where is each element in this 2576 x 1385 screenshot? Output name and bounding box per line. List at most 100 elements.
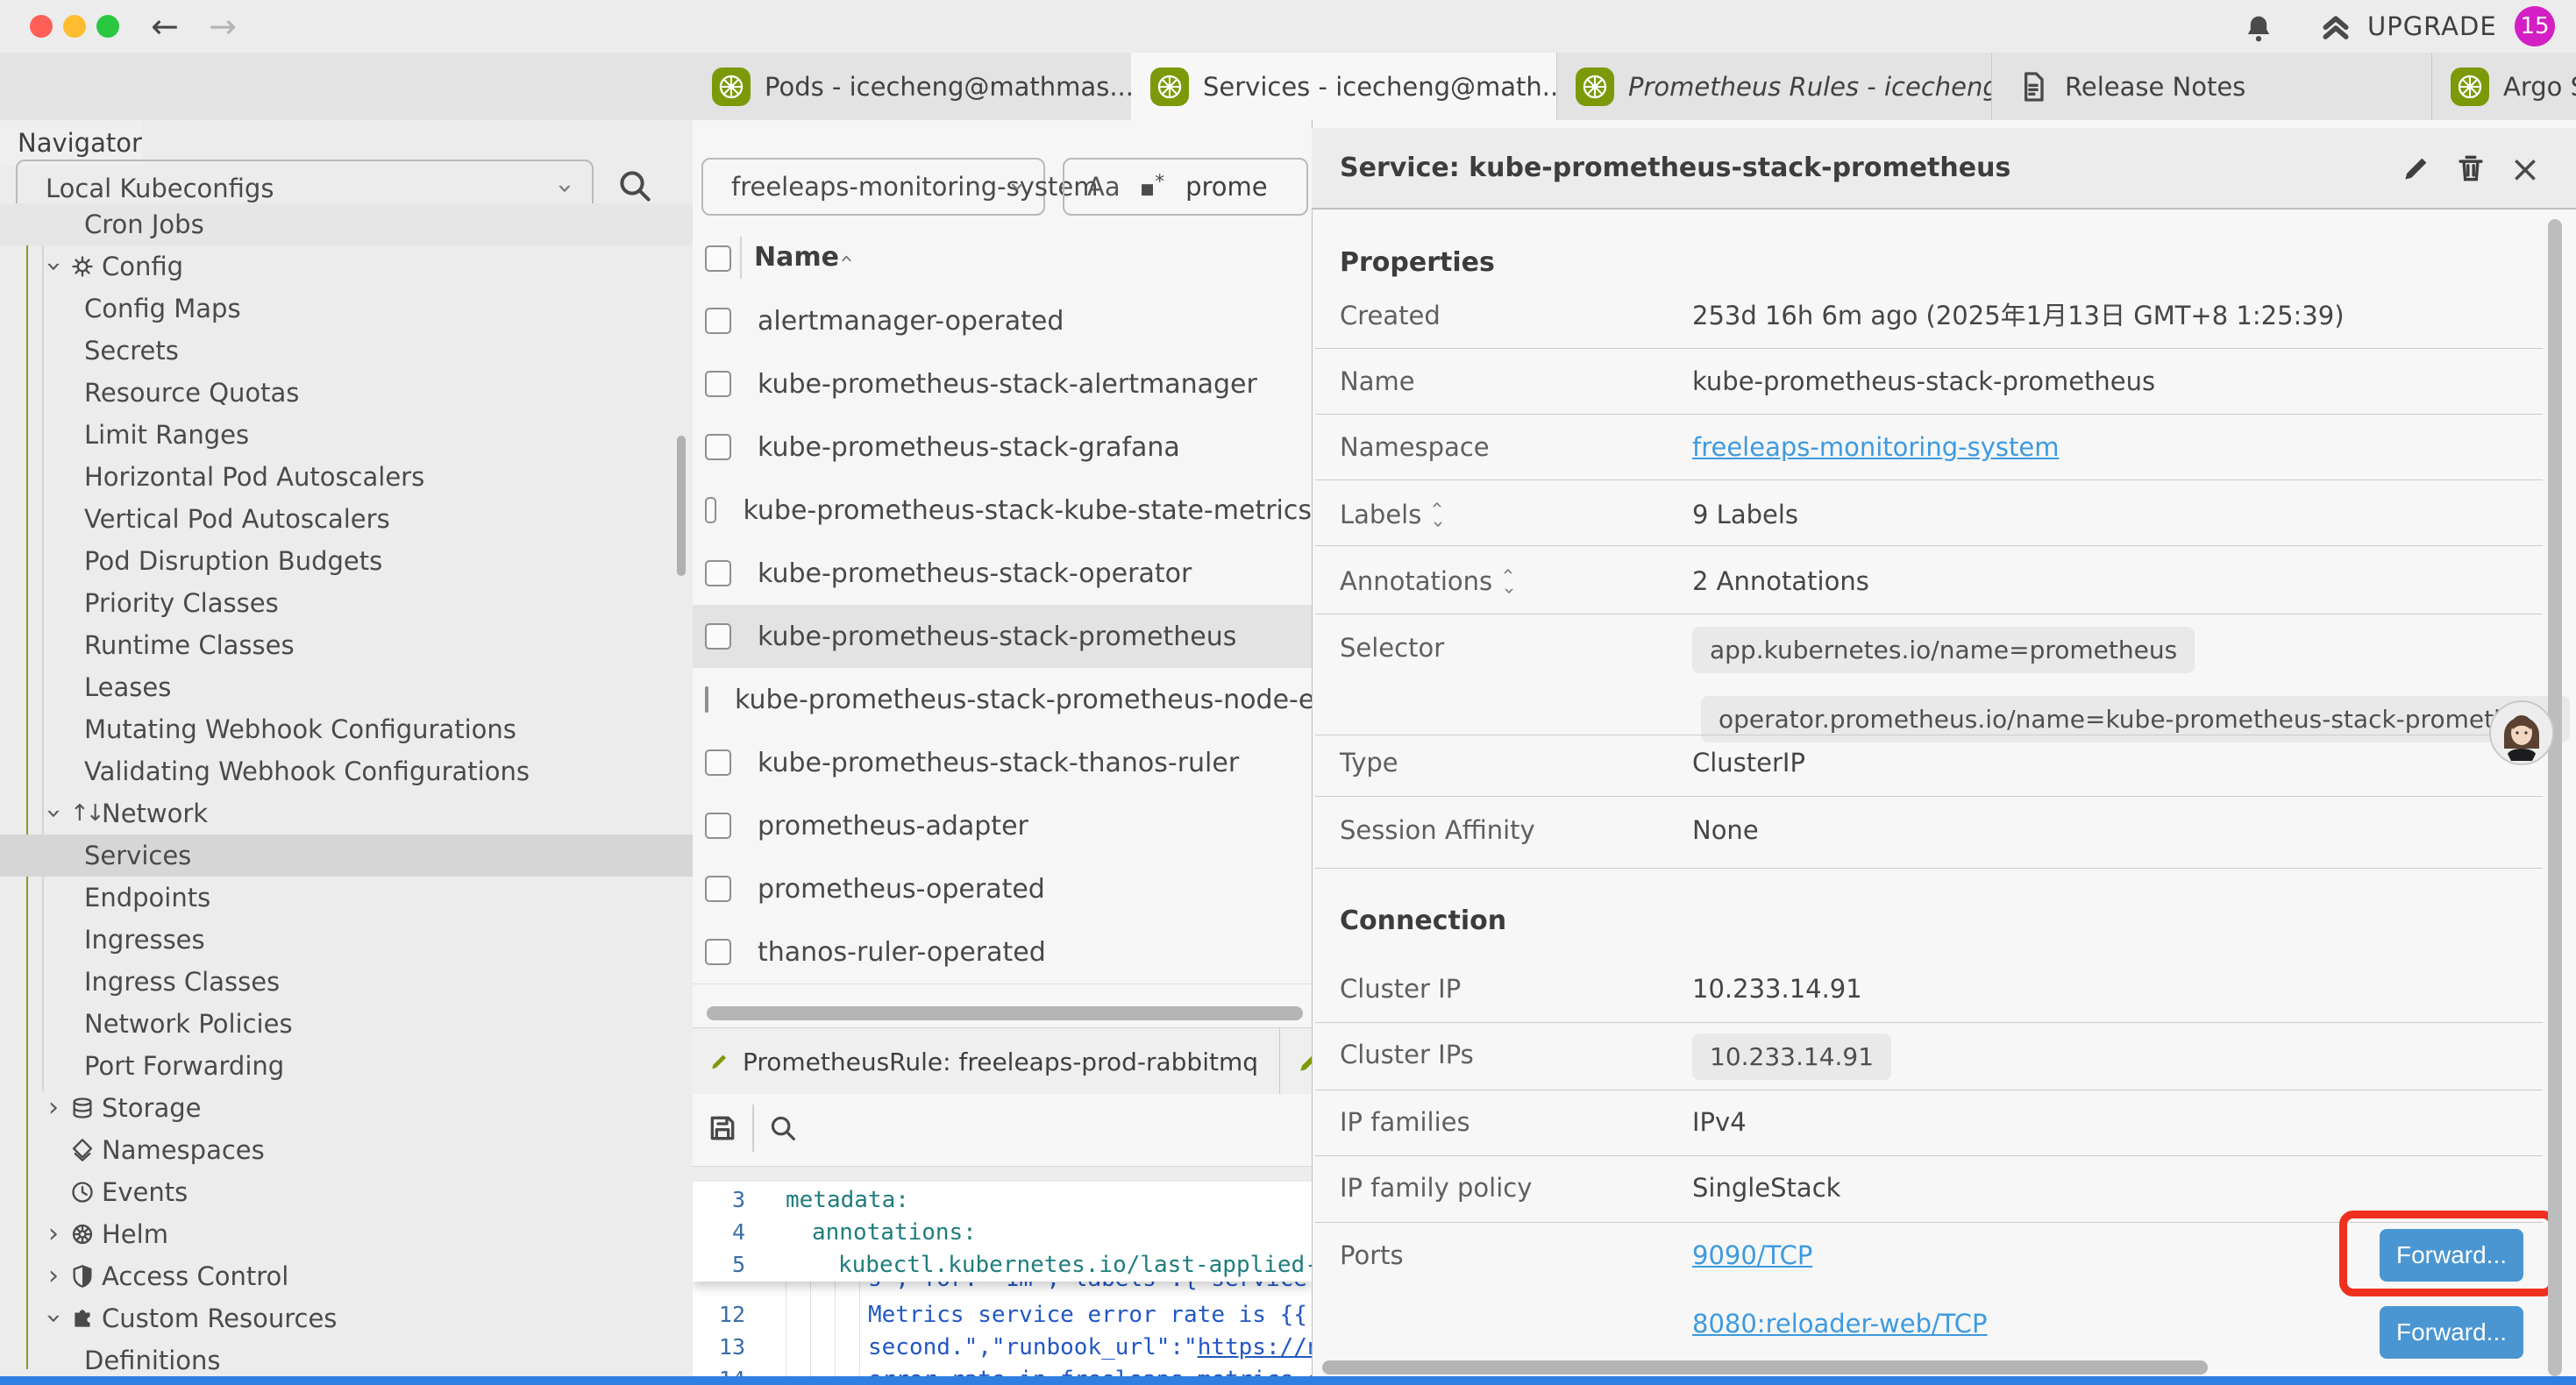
bell-icon[interactable] [2241,11,2276,46]
row-checkbox[interactable] [705,623,731,650]
table-row[interactable]: prometheus-operated [693,857,1312,921]
tab-prometheus-rules[interactable]: Prometheus Rules - icecheng... [1556,53,1992,120]
sidebar-item-limit-ranges[interactable]: Limit Ranges [0,414,693,456]
chevron-right-icon[interactable]: › [42,1263,65,1289]
sidebar-item-definitions[interactable]: Definitions [0,1339,693,1381]
trash-icon[interactable] [2451,149,2490,188]
sidebar-item-mutating-webhook-configurations[interactable]: Mutating Webhook Configurations [0,708,693,750]
upgrade-button[interactable]: UPGRADE [2367,0,2497,53]
match-case-icon[interactable]: Aa [1087,172,1121,202]
traffic-light-zoom[interactable] [96,15,119,38]
row-checkbox[interactable] [705,371,731,397]
sidebar-item-secrets[interactable]: Secrets [0,330,693,372]
notification-badge[interactable]: 15 [2515,6,2555,46]
row-checkbox[interactable] [705,813,731,839]
forward-button-8080[interactable]: Forward... [2380,1306,2523,1359]
sidebar-item-config-maps[interactable]: Config Maps [0,288,693,330]
chevron-down-icon[interactable]: › [40,802,67,825]
sidebar-item-ingress-classes[interactable]: Ingress Classes [0,961,693,1003]
table-row[interactable]: kube-prometheus-stack-grafana [693,416,1312,479]
chevron-down-icon[interactable]: › [40,1307,67,1330]
chevron-right-icon[interactable]: › [42,1095,65,1121]
row-checkbox[interactable] [705,686,708,713]
editor-tab-prometheusrule[interactable]: PrometheusRule: freeleaps-prod-rabbitmq [693,1028,1280,1095]
sidebar-item-port-forwarding[interactable]: Port Forwarding [0,1045,693,1087]
sidebar-item-network-policies[interactable]: Network Policies [0,1003,693,1045]
sort-ascending-icon[interactable]: › [835,254,857,263]
forward-arrow-icon[interactable]: → [209,0,237,53]
search-icon[interactable] [614,165,656,207]
sidebar-item-runtime-classes[interactable]: Runtime Classes [0,624,693,666]
namespace-link[interactable]: freeleaps-monitoring-system [1692,426,2059,468]
panel-horizontal-scrollbar[interactable] [1322,1360,2208,1374]
table-row[interactable]: alertmanager-operated [693,289,1312,353]
editor-tab-partial[interactable] [1280,1028,1312,1095]
sidebar-item-services[interactable]: Services [0,835,693,877]
sidebar-item-horizontal-pod-autoscalers[interactable]: Horizontal Pod Autoscalers [0,456,693,498]
connection-row-cluster-ip: Cluster IP 10.233.14.91 [1340,968,2541,1010]
panel-vertical-scrollbar[interactable] [2548,219,2562,1376]
upgrade-icon[interactable] [2318,11,2353,46]
traffic-light-close[interactable] [30,15,53,38]
search-icon[interactable] [766,1112,800,1145]
sidebar-item-priority-classes[interactable]: Priority Classes [0,582,693,624]
namespace-selector[interactable]: freeleaps-monitoring-system › [701,158,1045,216]
sidebar-item-access-control[interactable]: ›Access Control [0,1255,693,1297]
sidebar-item-vertical-pod-autoscalers[interactable]: Vertical Pod Autoscalers [0,498,693,540]
sidebar-item-network[interactable]: ›↑↓Network [0,792,693,835]
table-row[interactable]: kube-prometheus-stack-thanos-ruler [693,731,1312,795]
tab-pods[interactable]: Pods - icecheng@mathmas... [693,53,1132,120]
property-row-selector: Selector app.kubernetes.io/name=promethe… [1340,627,2541,669]
sidebar-item-storage[interactable]: ›Storage [0,1087,693,1129]
avatar[interactable] [2488,700,2555,766]
close-panel-icon[interactable]: × [2506,149,2544,188]
traffic-light-minimize[interactable] [63,15,86,38]
expand-collapse-icon[interactable]: ›› [1434,495,1441,534]
table-row[interactable]: kube-prometheus-stack-kube-state-metrics [693,479,1312,543]
port-link-8080[interactable]: 8080:reloader-web/TCP [1692,1303,1988,1345]
sidebar-item-events[interactable]: Events [0,1171,693,1213]
row-divider [1315,868,2543,869]
port-link-9090[interactable]: 9090/TCP [1692,1234,1812,1276]
sidebar-item-config[interactable]: ›Config [0,245,693,288]
sidebar-item-custom-resources[interactable]: ›Custom Resources [0,1297,693,1339]
row-checkbox[interactable] [705,939,731,965]
yaml-editor[interactable]: s", for: "1m", labels :{ service : f 12M… [693,1182,1312,1376]
tab-release-notes[interactable]: Release Notes [1991,53,2432,120]
row-checkbox[interactable] [705,434,731,460]
back-arrow-icon[interactable]: ← [151,0,179,53]
sidebar-item-pod-disruption-budgets[interactable]: Pod Disruption Budgets [0,540,693,582]
sidebar-item-ingresses[interactable]: Ingresses [0,919,693,961]
row-checkbox[interactable] [705,497,716,523]
tab-services[interactable]: Services - icecheng@math... × [1131,53,1557,120]
row-checkbox[interactable] [705,876,731,902]
chevron-down-icon[interactable]: › [40,255,67,278]
save-icon[interactable] [705,1111,740,1146]
code-link[interactable]: https://net [1198,1334,1312,1360]
sidebar-item-resource-quotas[interactable]: Resource Quotas [0,372,693,414]
table-row[interactable]: thanos-ruler-operated [693,920,1312,984]
table-row[interactable]: kube-prometheus-stack-prometheus-node-ex… [693,668,1312,732]
select-all-checkbox[interactable] [705,245,731,272]
tab-argo[interactable]: Argo Se [2431,53,2576,120]
sidebar-item-helm[interactable]: ›Helm [0,1213,693,1255]
regex-icon[interactable]: ▪* [1140,171,1164,202]
table-row[interactable]: kube-prometheus-stack-operator [693,542,1312,606]
name-column-header[interactable]: Name [754,242,839,273]
search-filter-input[interactable]: Aa ▪* prome [1063,158,1308,216]
edit-pencil-icon[interactable] [2397,149,2436,188]
chevron-right-icon[interactable]: › [42,1221,65,1247]
sidebar-item-leases[interactable]: Leases [0,666,693,708]
sidebar-item-validating-webhook-configurations[interactable]: Validating Webhook Configurations [0,750,693,792]
table-row-selected[interactable]: kube-prometheus-stack-prometheus [693,605,1312,669]
sidebar-item-cron-jobs[interactable]: Cron Jobs [0,203,693,245]
horizontal-scrollbar[interactable] [707,1006,1303,1020]
row-checkbox[interactable] [705,560,731,586]
row-checkbox[interactable] [705,749,731,776]
row-checkbox[interactable] [705,308,731,334]
table-row[interactable]: prometheus-adapter [693,794,1312,858]
table-row[interactable]: kube-prometheus-stack-alertmanager [693,352,1312,416]
sidebar-item-namespaces[interactable]: Namespaces [0,1129,693,1171]
expand-collapse-icon[interactable]: ›› [1505,562,1512,600]
sidebar-item-endpoints[interactable]: Endpoints [0,877,693,919]
